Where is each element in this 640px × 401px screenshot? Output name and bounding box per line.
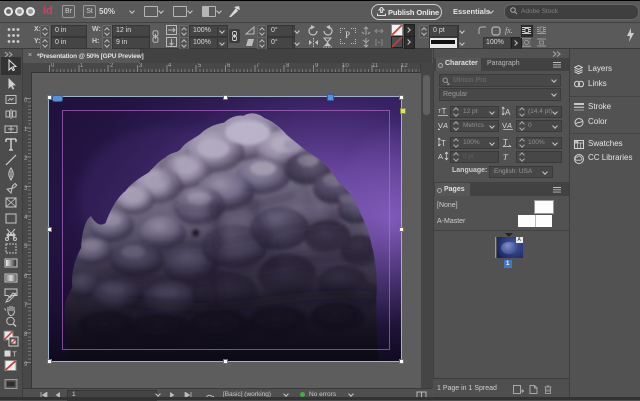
svg-text:T: T xyxy=(441,139,446,147)
svg-text:T: T xyxy=(442,107,447,116)
svg-text:T: T xyxy=(13,352,18,359)
svg-text:A: A xyxy=(506,121,512,130)
svg-text:T: T xyxy=(503,152,509,162)
svg-text:A: A xyxy=(438,152,443,161)
svg-text:A: A xyxy=(505,108,511,116)
svg-text:A: A xyxy=(442,121,448,130)
